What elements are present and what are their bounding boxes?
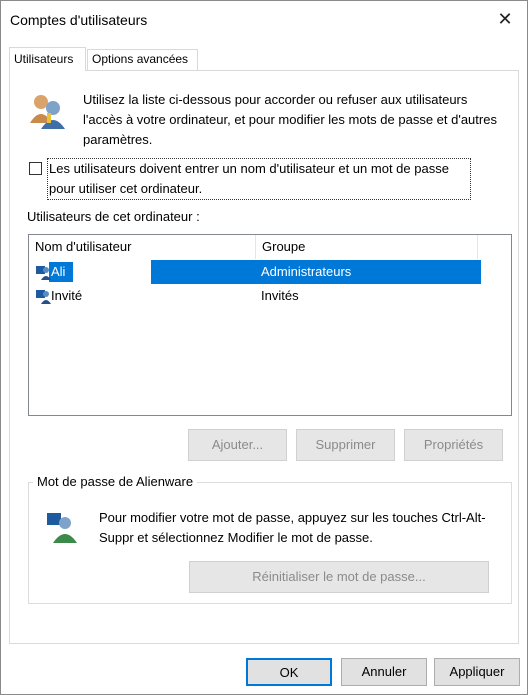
add-user-button[interactable]: Ajouter... [188,429,287,461]
password-groupbox-title: Mot de passe de Alienware [33,474,198,489]
intro-description: Utilisez la liste ci-dessous pour accord… [83,92,497,147]
password-instructions: Pour modifier votre mot de passe, appuye… [99,510,486,545]
cancel-button[interactable]: Annuler [341,658,427,686]
user-group: Administrateurs [261,264,352,279]
tab-users[interactable]: Utilisateurs [9,47,86,71]
title-bar: Comptes d'utilisateurs ✕ [1,1,527,39]
user-group: Invités [261,288,299,303]
users-list-label: Utilisateurs de cet ordinateur : [27,209,200,224]
user-key-icon [47,513,77,543]
list-item[interactable]: Ali Administrateurs [29,260,481,284]
window-title: Comptes d'utilisateurs [10,12,148,28]
users-list[interactable]: Nom d'utilisateur Groupe Ali Administrat… [28,234,512,416]
user-icon [36,266,51,280]
require-login-option: Les utilisateurs doivent entrer un nom d… [26,158,471,200]
list-item[interactable]: Invité Invités [29,284,481,308]
user-name: Ali [51,264,66,279]
remove-user-button[interactable]: Supprimer [296,429,395,461]
users-icon [30,95,65,129]
column-header-group[interactable]: Groupe [255,235,478,259]
close-button[interactable]: ✕ [483,1,527,37]
apply-button[interactable]: Appliquer [434,658,520,686]
users-tab-panel: Utilisez la liste ci-dessous pour accord… [9,70,519,644]
properties-button[interactable]: Propriétés [404,429,503,461]
tab-advanced-options[interactable]: Options avancées [87,49,198,70]
user-accounts-dialog: Comptes d'utilisateurs ✕ Utilisateurs Op… [0,0,528,695]
close-icon: ✕ [497,8,513,29]
column-header-username[interactable]: Nom d'utilisateur [29,235,255,259]
list-header: Nom d'utilisateur Groupe [29,235,511,259]
user-name: Invité [51,288,83,303]
password-groupbox: Mot de passe de Alienware Pour modifier … [28,474,512,604]
ok-button[interactable]: OK [246,658,332,686]
require-login-label[interactable]: Les utilisateurs doivent entrer un nom d… [47,158,471,200]
require-login-checkbox[interactable] [29,162,42,175]
reset-password-button[interactable]: Réinitialiser le mot de passe... [189,561,489,593]
user-icon [36,290,51,304]
